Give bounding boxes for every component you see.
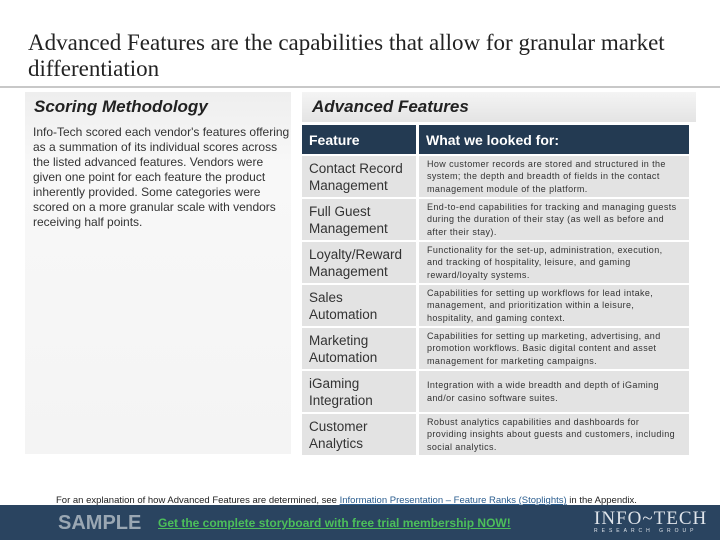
features-heading: Advanced Features xyxy=(312,97,469,116)
col-feature: Feature xyxy=(302,125,416,154)
logo-subtext: RESEARCH GROUP xyxy=(594,528,698,534)
trial-cta-link[interactable]: Get the complete storyboard with free tr… xyxy=(158,516,511,530)
scoring-body: Info-Tech scored each vendor's features … xyxy=(33,125,290,229)
table-row: Full Guest Management End-to-end capabili… xyxy=(302,199,689,240)
feature-name: Contact Record Management xyxy=(302,156,416,197)
feature-description: Functionality for the set-up, administra… xyxy=(419,242,689,283)
feature-name: iGaming Integration xyxy=(302,371,416,412)
table-row: Sales Automation Capabilities for setting… xyxy=(302,285,689,326)
scoring-heading: Scoring Methodology xyxy=(34,97,208,116)
feature-description: How customer records are stored and stru… xyxy=(419,156,689,197)
feature-description: Capabilities for setting up workflows fo… xyxy=(419,285,689,326)
table-row: Customer Analytics Robust analytics capab… xyxy=(302,414,689,455)
table-row: Marketing Automation Capabilities for set… xyxy=(302,328,689,369)
table-row: Contact Record Management How customer re… xyxy=(302,156,689,197)
feature-description: Integration with a wide breadth and dept… xyxy=(419,371,689,412)
feature-name: Marketing Automation xyxy=(302,328,416,369)
table-header: Feature What we looked for: xyxy=(302,125,689,154)
feature-name: Full Guest Management xyxy=(302,199,416,240)
logo-text: INFO~TECH xyxy=(594,508,708,529)
table-row: iGaming Integration Integration with a wi… xyxy=(302,371,689,412)
info-tech-logo: INFO~TECH RESEARCH GROUP xyxy=(594,508,707,534)
table-row: Loyalty/Reward Management Functionality f… xyxy=(302,242,689,283)
page-title: Advanced Features are the capabilities t… xyxy=(28,30,665,81)
sample-label: SAMPLE xyxy=(58,512,142,534)
feature-description: Capabilities for setting up marketing, a… xyxy=(419,328,689,369)
features-table: Feature What we looked for: Contact Reco… xyxy=(299,123,692,457)
feature-name: Loyalty/Reward Management xyxy=(302,242,416,283)
col-looked-for: What we looked for: xyxy=(419,125,689,154)
feature-name: Customer Analytics xyxy=(302,414,416,455)
title-divider xyxy=(0,86,720,88)
feature-name: Sales Automation xyxy=(302,285,416,326)
feature-description: Robust analytics capabilities and dashbo… xyxy=(419,414,689,455)
feature-description: End-to-end capabilities for tracking and… xyxy=(419,199,689,240)
